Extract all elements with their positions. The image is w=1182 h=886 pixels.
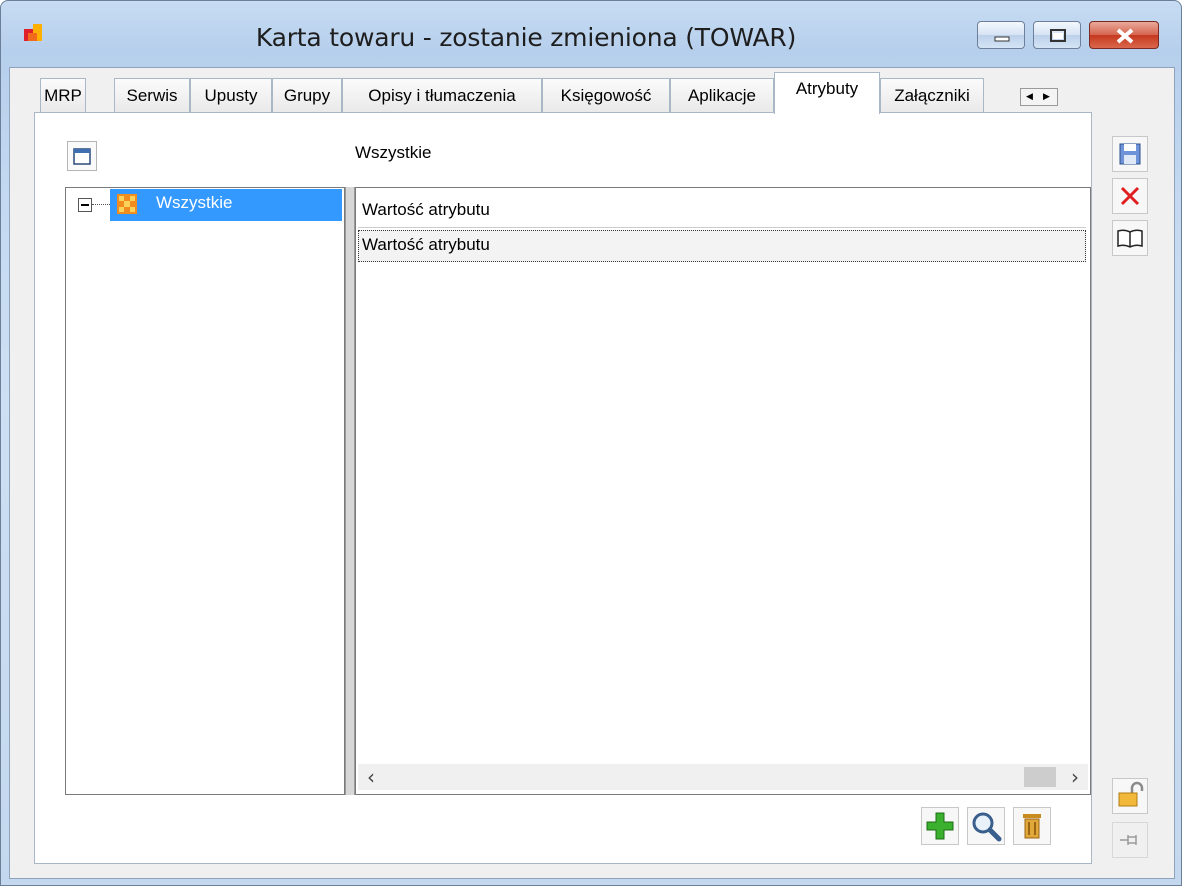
collapse-icon[interactable] <box>78 198 92 212</box>
scroll-right-icon[interactable]: ▶ <box>1043 89 1050 105</box>
scroll-right-arrow-icon[interactable]: › <box>1062 764 1088 790</box>
magnifier-icon <box>972 812 1002 842</box>
tab-scroll-control[interactable]: ◀ ▶ <box>1020 88 1058 106</box>
pushpin-icon <box>1120 835 1137 845</box>
tab-opisy[interactable]: Opisy i tłumaczenia <box>342 78 542 112</box>
pane-splitter[interactable] <box>345 187 355 795</box>
minimize-button[interactable] <box>977 21 1025 49</box>
save-button[interactable] <box>1112 136 1148 172</box>
tab-atrybuty[interactable]: Atrybuty <box>774 72 880 114</box>
tree-node-wszystkie[interactable]: Wszystkie <box>110 189 342 221</box>
add-attribute-button[interactable] <box>921 807 959 845</box>
maximize-button[interactable] <box>1033 21 1081 49</box>
view-toggle-button[interactable] <box>67 141 97 171</box>
scrollbar-thumb[interactable] <box>1024 767 1056 787</box>
close-icon <box>1116 28 1134 44</box>
client-area: MRP Serwis Upusty Grupy Opisy i tłumacze… <box>9 67 1175 879</box>
maximize-icon <box>1050 29 1066 42</box>
tree-connector <box>92 204 110 206</box>
floppy-disk-icon <box>1119 143 1141 165</box>
red-x-icon <box>1120 186 1140 206</box>
close-button[interactable] <box>1089 21 1159 49</box>
action-sidebar <box>1106 128 1166 868</box>
attribute-list[interactable]: Wartość atrybutu Wartość atrybutu ‹ › <box>355 187 1091 795</box>
title-bar[interactable]: Karta towaru - zostanie zmieniona (TOWAR… <box>1 1 1181 65</box>
help-button[interactable] <box>1112 220 1148 256</box>
plus-icon <box>926 812 954 840</box>
tab-zalaczniki[interactable]: Załączniki <box>880 78 984 112</box>
tab-mrp[interactable]: MRP <box>40 78 86 112</box>
tab-serwis[interactable]: Serwis <box>114 78 190 112</box>
cancel-button[interactable] <box>1112 178 1148 214</box>
group-label: Wszystkie <box>355 143 432 162</box>
group-tree[interactable]: Wszystkie <box>65 187 345 795</box>
attributes-panel: Wszystkie Wszystkie Wartość atrybutu War… <box>34 112 1092 864</box>
tab-upusty[interactable]: Upusty <box>190 78 272 112</box>
tree-node-label: Wszystkie <box>156 193 233 212</box>
tab-grupy[interactable]: Grupy <box>272 78 342 112</box>
group-icon <box>117 194 137 214</box>
open-book-icon <box>1117 229 1143 248</box>
scroll-left-arrow-icon[interactable]: ‹ <box>358 764 384 790</box>
main-window: Karta towaru - zostanie zmieniona (TOWAR… <box>0 0 1182 886</box>
window-title: Karta towaru - zostanie zmieniona (TOWAR… <box>255 23 797 52</box>
trash-icon <box>1023 814 1041 839</box>
window-icon <box>73 148 91 165</box>
padlock-icon <box>1118 781 1144 807</box>
scroll-left-icon[interactable]: ◀ <box>1026 89 1033 105</box>
view-attribute-button[interactable] <box>967 807 1005 845</box>
horizontal-scrollbar[interactable]: ‹ › <box>358 764 1088 790</box>
list-item[interactable]: Wartość atrybutu <box>358 230 1086 262</box>
column-header-wartosc[interactable]: Wartość atrybutu <box>358 190 1086 228</box>
lock-button[interactable] <box>1112 778 1148 814</box>
tab-ksiegowosc[interactable]: Księgowość <box>542 78 670 112</box>
tab-aplikacje[interactable]: Aplikacje <box>670 78 774 112</box>
pin-button[interactable] <box>1112 822 1148 858</box>
delete-attribute-button[interactable] <box>1013 807 1051 845</box>
minimize-icon <box>994 36 1010 42</box>
